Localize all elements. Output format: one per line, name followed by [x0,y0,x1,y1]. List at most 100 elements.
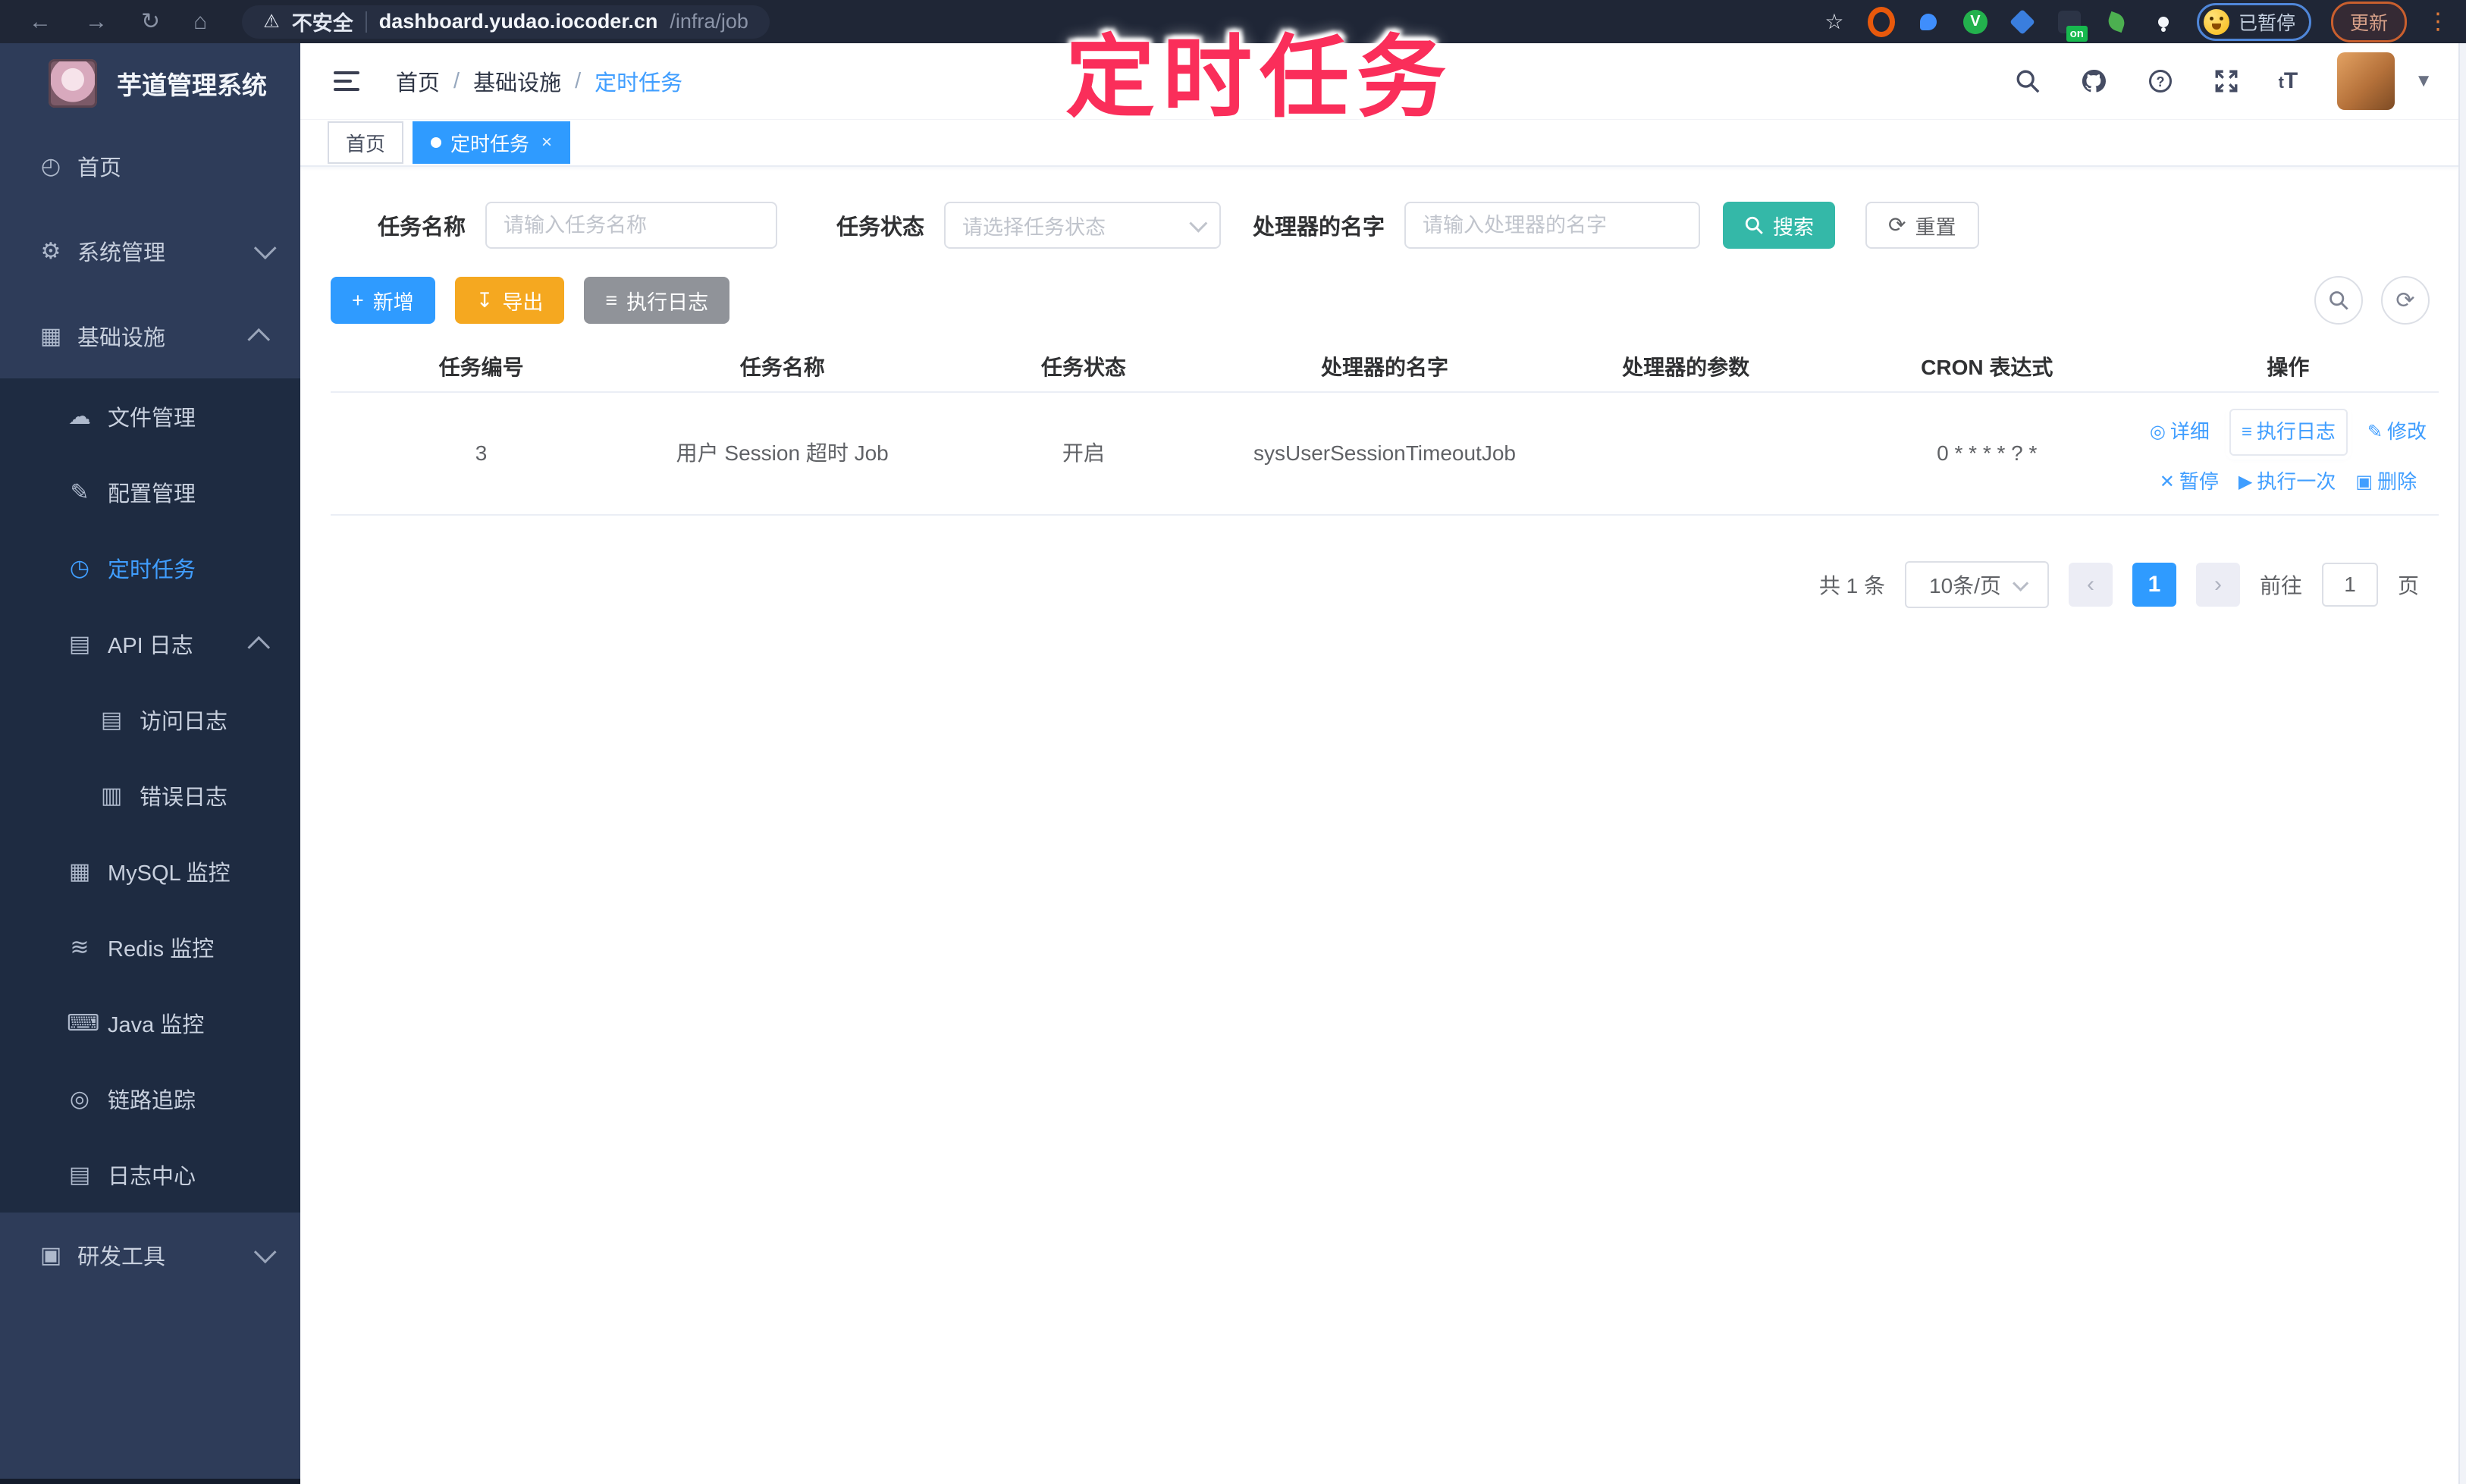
next-page-button[interactable]: › [2195,563,2240,607]
sidebar-fold-icon[interactable] [334,71,359,91]
sidebar: 芋道管理系统 ◴ 首页 ⚙ 系统管理 ▦ 基础设施 ☁ 文件管理 ✎ 配置管理 [0,43,300,1484]
tab-close-icon[interactable]: × [541,132,552,153]
sidebar-item-redis-monitor[interactable]: ≋ Redis 监控 [0,909,300,985]
sidebar-item-label: 错误日志 [140,786,228,810]
sidebar-item-config-manage[interactable]: ✎ 配置管理 [0,454,300,530]
task-status-select[interactable]: 请选择任务状态 [944,202,1222,249]
extension-cube-icon[interactable] [2009,8,2036,36]
pin-icon[interactable] [2150,8,2177,36]
browser-update-button[interactable]: 更新 [2330,1,2407,42]
sidebar-item-label: 首页 [77,156,122,180]
tab-label: 定时任务 [450,132,530,155]
log-icon: ▤ [68,631,91,657]
breadcrumb-infra[interactable]: 基础设施 [473,65,561,97]
sidebar-item-log-center[interactable]: ▤ 日志中心 [0,1137,300,1213]
sidebar-item-label: 系统管理 [77,241,166,265]
action-delete[interactable]: ▣ 删除 [2355,466,2417,498]
refresh-button[interactable]: ⟳ [2381,276,2430,325]
export-button[interactable]: ↧ 导出 [454,277,565,324]
toggle-search-button[interactable] [2314,276,2363,325]
action-detail[interactable]: ◎ 详细 [2150,416,2210,448]
goto-page-input[interactable] [2321,563,2378,607]
cell-handler-name: sysUserSessionTimeoutJob [1234,392,1536,516]
search-button[interactable]: 搜索 [1723,202,1836,249]
sidebar-item-infra[interactable]: ▦ 基础设施 [0,293,300,378]
gear-icon: ⚙ [40,238,61,264]
log-icon: ▤ [100,707,123,733]
bookmark-star-icon[interactable]: ☆ [1821,8,1848,36]
page-size-value: 10条/页 [1929,574,2001,598]
address-bar[interactable]: ⚠ 不安全 dashboard.yudao.iocoder.cn /infra/… [242,5,770,39]
search-icon[interactable] [2015,68,2041,94]
avatar-caret-icon[interactable]: ▼ [2414,71,2433,92]
breadcrumb-home[interactable]: 首页 [396,65,440,97]
sidebar-item-label: 研发工具 [77,1245,166,1269]
sidebar-item-label: 定时任务 [108,558,196,582]
tab-scheduled-jobs[interactable]: 定时任务 × [413,121,571,164]
action-edit[interactable]: ✎ 修改 [2367,416,2427,448]
sidebar-item-scheduled-jobs[interactable]: ◷ 定时任务 [0,530,300,606]
extension-leaf-icon[interactable] [2103,8,2130,36]
browser-back-icon[interactable]: ← [29,9,52,35]
page-scrollbar[interactable] [2458,43,2466,1484]
task-name-input[interactable] [485,202,778,249]
page-size-select[interactable]: 10条/页 [1904,561,2049,608]
chevron-up-icon [247,328,271,351]
active-tab-dot [431,137,442,148]
sidebar-item-error-log[interactable]: ▥ 错误日志 [0,758,300,833]
prev-page-button[interactable]: ‹ [2068,563,2113,607]
sidebar-item-label: Java 监控 [108,1013,205,1037]
github-icon[interactable] [2080,67,2107,95]
help-icon[interactable]: ? [2147,67,2174,95]
sidebar-item-mysql-monitor[interactable]: ▦ MySQL 监控 [0,833,300,909]
task-name-label: 任务名称 [378,215,466,240]
browser-reload-icon[interactable]: ↻ [141,8,160,35]
sidebar-item-label: 配置管理 [108,482,196,507]
url-path: /infra/job [670,10,748,33]
action-label: 删除 [2377,470,2417,493]
sidebar-item-java-monitor[interactable]: ⌨ Java 监控 [0,985,300,1061]
action-pause[interactable]: ✕ 暂停 [2160,466,2219,498]
breadcrumb-separator: / [453,68,460,93]
action-exec-log[interactable]: ≡ 执行日志 [2229,409,2348,456]
sidebar-item-trace[interactable]: ◎ 链路追踪 [0,1061,300,1137]
sidebar-item-system[interactable]: ⚙ 系统管理 [0,209,300,293]
browser-menu-icon[interactable]: ⋮ [2427,8,2449,35]
sidebar-item-file-manage[interactable]: ☁ 文件管理 [0,378,300,454]
exec-log-button-label: 执行日志 [626,290,709,314]
font-size-icon[interactable]: tT [2279,68,2298,94]
sidebar-item-dev-tools[interactable]: ▣ 研发工具 [0,1213,300,1297]
add-button[interactable]: + 新增 [331,277,435,324]
tab-home[interactable]: 首页 [328,121,404,164]
extension-ring-icon[interactable] [1867,6,1895,37]
log-icon: ▤ [68,1162,91,1188]
add-button-label: 新增 [372,290,414,314]
play-icon: ▶ [2238,471,2253,492]
breadcrumb-current: 定时任务 [595,71,683,96]
browser-forward-icon[interactable]: → [85,9,108,35]
reset-button[interactable]: ⟳ 重置 [1865,202,1979,249]
cell-actions: ◎ 详细 ≡ 执行日志 ✎ 修改 ✕ 暂停 ▶ 执行一次 ▣ 删除 [2137,392,2439,516]
exec-log-button[interactable]: ≡ 执行日志 [584,277,730,324]
extension-dark-icon[interactable]: on [2056,8,2088,42]
page-annotation: 定时任务 [1065,28,1454,128]
action-run-once[interactable]: ▶ 执行一次 [2239,466,2336,498]
fullscreen-icon[interactable] [2213,68,2239,94]
sidebar-item-access-log[interactable]: ▤ 访问日志 [0,682,300,758]
browser-home-icon[interactable]: ⌂ [193,9,207,35]
sidebar-item-api-log[interactable]: ▤ API 日志 [0,606,300,682]
extension-drop-icon[interactable] [1915,8,1942,36]
extension-green-check-icon[interactable]: V [1962,8,1989,36]
app-logo [49,59,97,108]
cell-job-name: 用户 Session 超时 Job [632,392,933,516]
user-avatar[interactable] [2337,52,2395,110]
cell-job-id: 3 [331,392,632,516]
app-logo-row[interactable]: 芋道管理系统 [0,43,300,124]
sidebar-item-label: 日志中心 [108,1165,196,1189]
profile-paused-pill[interactable]: 已暂停 [2196,2,2311,41]
sidebar-item-home[interactable]: ◴ 首页 [0,124,300,209]
layers-icon: ≋ [70,934,89,960]
page-1-button[interactable]: 1 [2132,563,2176,607]
chevron-up-icon [247,635,271,659]
handler-name-input[interactable] [1404,202,1701,249]
